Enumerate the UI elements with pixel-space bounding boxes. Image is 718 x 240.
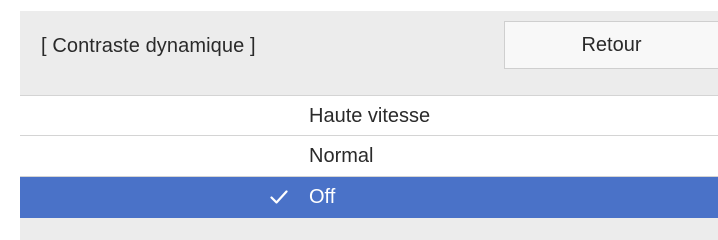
page-title: [ Contraste dynamique ]	[41, 35, 256, 57]
option-off[interactable]: Off	[20, 177, 718, 218]
option-label: Normal	[309, 145, 374, 167]
check-icon	[270, 190, 288, 204]
option-label: Off	[309, 186, 336, 208]
option-label: Haute vitesse	[309, 105, 431, 127]
option-list: Haute vitesse Normal Off	[20, 95, 718, 218]
option-haute-vitesse[interactable]: Haute vitesse	[20, 95, 718, 136]
option-normal[interactable]: Normal	[20, 136, 718, 177]
back-button[interactable]: Retour	[504, 21, 718, 69]
panel-header: [ Contraste dynamique ] Retour	[20, 11, 718, 95]
settings-panel: [ Contraste dynamique ] Retour Haute vit…	[20, 11, 718, 240]
